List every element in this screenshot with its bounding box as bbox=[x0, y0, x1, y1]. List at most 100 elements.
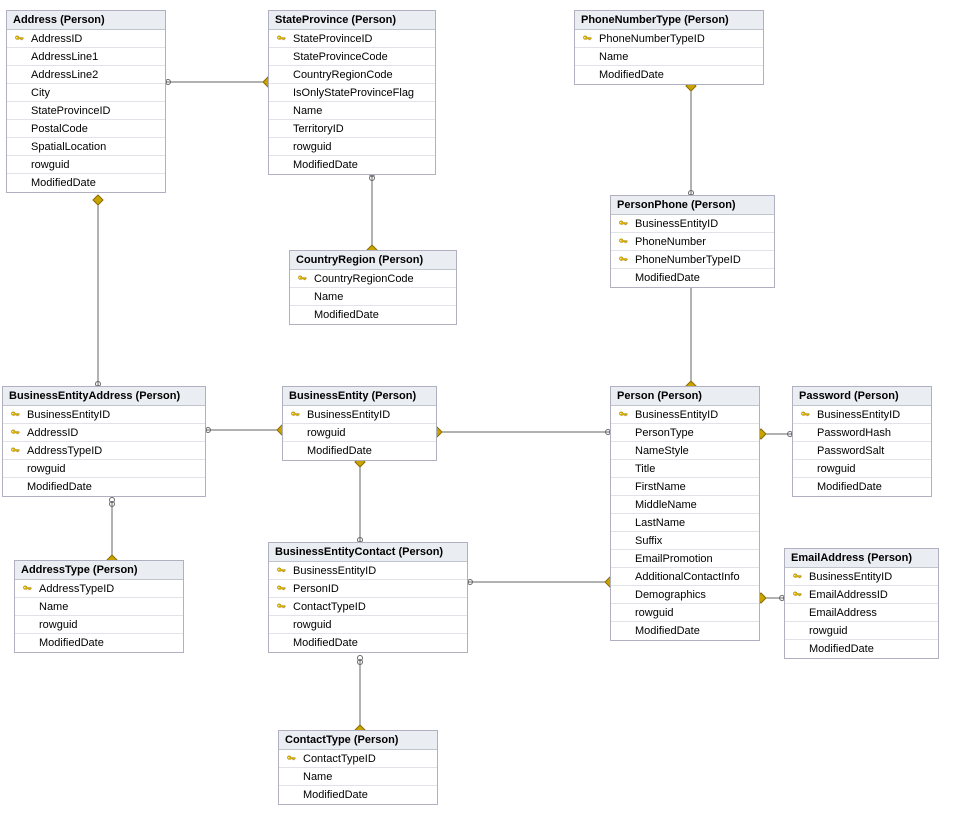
table-header: CountryRegion (Person) bbox=[290, 251, 456, 270]
column-name: ModifiedDate bbox=[293, 637, 463, 649]
primary-key-icon bbox=[582, 33, 593, 44]
column-name: BusinessEntityID bbox=[817, 409, 927, 421]
primary-key-icon bbox=[290, 409, 301, 420]
column-name: AdditionalContactInfo bbox=[635, 571, 755, 583]
column-name: Name bbox=[293, 105, 431, 117]
table-countryregion[interactable]: CountryRegion (Person) CountryRegionCode N… bbox=[289, 250, 457, 325]
table-column: ModifiedDate bbox=[611, 269, 774, 287]
column-name: AddressID bbox=[31, 33, 161, 45]
table-column: PersonID bbox=[269, 580, 467, 598]
table-businessentitycontact[interactable]: BusinessEntityContact (Person)BusinessEn… bbox=[268, 542, 468, 653]
table-column: ModifiedDate bbox=[611, 622, 759, 640]
column-name: StateProvinceCode bbox=[293, 51, 431, 63]
column-name: CountryRegionCode bbox=[314, 273, 452, 285]
table-column: rowguid bbox=[15, 616, 183, 634]
table-column: rowguid bbox=[793, 460, 931, 478]
table-column: PasswordSalt bbox=[793, 442, 931, 460]
table-column: BusinessEntityID bbox=[611, 215, 774, 233]
table-column: StateProvinceID bbox=[7, 102, 165, 120]
table-column: rowguid bbox=[3, 460, 205, 478]
table-header: BusinessEntityAddress (Person) bbox=[3, 387, 205, 406]
column-name: PhoneNumberTypeID bbox=[599, 33, 759, 45]
table-column: Title bbox=[611, 460, 759, 478]
column-name: ModifiedDate bbox=[599, 69, 759, 81]
table-column: LastName bbox=[611, 514, 759, 532]
table-column: Name bbox=[575, 48, 763, 66]
column-name: IsOnlyStateProvinceFlag bbox=[293, 87, 431, 99]
table-header: BusinessEntity (Person) bbox=[283, 387, 436, 406]
primary-key-icon bbox=[14, 33, 25, 44]
column-name: rowguid bbox=[817, 463, 927, 475]
table-column: ModifiedDate bbox=[785, 640, 938, 658]
table-column: CountryRegionCode bbox=[269, 66, 435, 84]
table-column: MiddleName bbox=[611, 496, 759, 514]
table-phonenumbertype[interactable]: PhoneNumberType (Person)PhoneNumberTypeI… bbox=[574, 10, 764, 85]
column-name: ModifiedDate bbox=[39, 637, 179, 649]
primary-key-icon bbox=[792, 589, 803, 600]
table-column: PhoneNumberTypeID bbox=[575, 30, 763, 48]
table-address[interactable]: Address (Person)AddressIDAddressLine1Add… bbox=[6, 10, 166, 193]
table-businessentity[interactable]: BusinessEntity (Person)BusinessEntityID r… bbox=[282, 386, 437, 461]
column-name: rowguid bbox=[39, 619, 179, 631]
table-column: ModifiedDate bbox=[3, 478, 205, 496]
table-column: Demographics bbox=[611, 586, 759, 604]
table-column: City bbox=[7, 84, 165, 102]
primary-key-icon bbox=[297, 273, 308, 284]
column-name: AddressLine1 bbox=[31, 51, 161, 63]
column-name: CountryRegionCode bbox=[293, 69, 431, 81]
table-column: AdditionalContactInfo bbox=[611, 568, 759, 586]
table-emailaddress[interactable]: EmailAddress (Person)BusinessEntityIDEma… bbox=[784, 548, 939, 659]
table-column: EmailAddress bbox=[785, 604, 938, 622]
table-addresstype[interactable]: AddressType (Person)AddressTypeIDNamerow… bbox=[14, 560, 184, 653]
table-header: ContactType (Person) bbox=[279, 731, 437, 750]
table-column: PersonType bbox=[611, 424, 759, 442]
column-name: Suffix bbox=[635, 535, 755, 547]
table-column: rowguid bbox=[283, 424, 436, 442]
table-person[interactable]: Person (Person)BusinessEntityIDPersonTyp… bbox=[610, 386, 760, 641]
column-name: AddressTypeID bbox=[39, 583, 179, 595]
table-password[interactable]: Password (Person) BusinessEntityID Passwor… bbox=[792, 386, 932, 497]
table-businessentityaddress[interactable]: BusinessEntityAddress (Person)BusinessEn… bbox=[2, 386, 206, 497]
column-name: PhoneNumber bbox=[635, 236, 770, 248]
table-column: rowguid bbox=[269, 616, 467, 634]
column-name: TerritoryID bbox=[293, 123, 431, 135]
column-name: Name bbox=[314, 291, 452, 303]
table-contacttype[interactable]: ContactType (Person)ContactTypeIDNameMod… bbox=[278, 730, 438, 805]
column-name: AddressLine2 bbox=[31, 69, 161, 81]
primary-key-icon-slot bbox=[273, 601, 289, 612]
table-column: ModifiedDate bbox=[290, 306, 456, 324]
table-column: rowguid bbox=[785, 622, 938, 640]
column-name: BusinessEntityID bbox=[809, 571, 934, 583]
table-header: Password (Person) bbox=[793, 387, 931, 406]
primary-key-icon-slot bbox=[7, 427, 23, 438]
column-name: PersonType bbox=[635, 427, 755, 439]
column-name: PersonID bbox=[293, 583, 463, 595]
column-name: LastName bbox=[635, 517, 755, 529]
primary-key-icon-slot bbox=[797, 409, 813, 420]
column-name: NameStyle bbox=[635, 445, 755, 457]
column-name: PasswordHash bbox=[817, 427, 927, 439]
table-column: ContactTypeID bbox=[269, 598, 467, 616]
column-name: PasswordSalt bbox=[817, 445, 927, 457]
primary-key-icon-slot bbox=[273, 33, 289, 44]
table-column: PhoneNumberTypeID bbox=[611, 251, 774, 269]
primary-key-icon bbox=[618, 409, 629, 420]
table-personphone[interactable]: PersonPhone (Person)BusinessEntityIDPhon… bbox=[610, 195, 775, 288]
table-column: ModifiedDate bbox=[269, 634, 467, 652]
column-name: ModifiedDate bbox=[809, 643, 934, 655]
column-name: rowguid bbox=[27, 463, 201, 475]
column-name: rowguid bbox=[31, 159, 161, 171]
table-column: IsOnlyStateProvinceFlag bbox=[269, 84, 435, 102]
column-name: ContactTypeID bbox=[293, 601, 463, 613]
table-column: StateProvinceCode bbox=[269, 48, 435, 66]
table-column: BusinessEntityID bbox=[283, 406, 436, 424]
primary-key-icon bbox=[276, 565, 287, 576]
table-column: rowguid bbox=[269, 138, 435, 156]
table-stateprovince[interactable]: StateProvince (Person)StateProvinceIDSta… bbox=[268, 10, 436, 175]
column-name: ModifiedDate bbox=[303, 789, 433, 801]
table-column: SpatialLocation bbox=[7, 138, 165, 156]
column-name: rowguid bbox=[307, 427, 432, 439]
primary-key-icon-slot bbox=[273, 565, 289, 576]
primary-key-icon bbox=[22, 583, 33, 594]
table-header: StateProvince (Person) bbox=[269, 11, 435, 30]
